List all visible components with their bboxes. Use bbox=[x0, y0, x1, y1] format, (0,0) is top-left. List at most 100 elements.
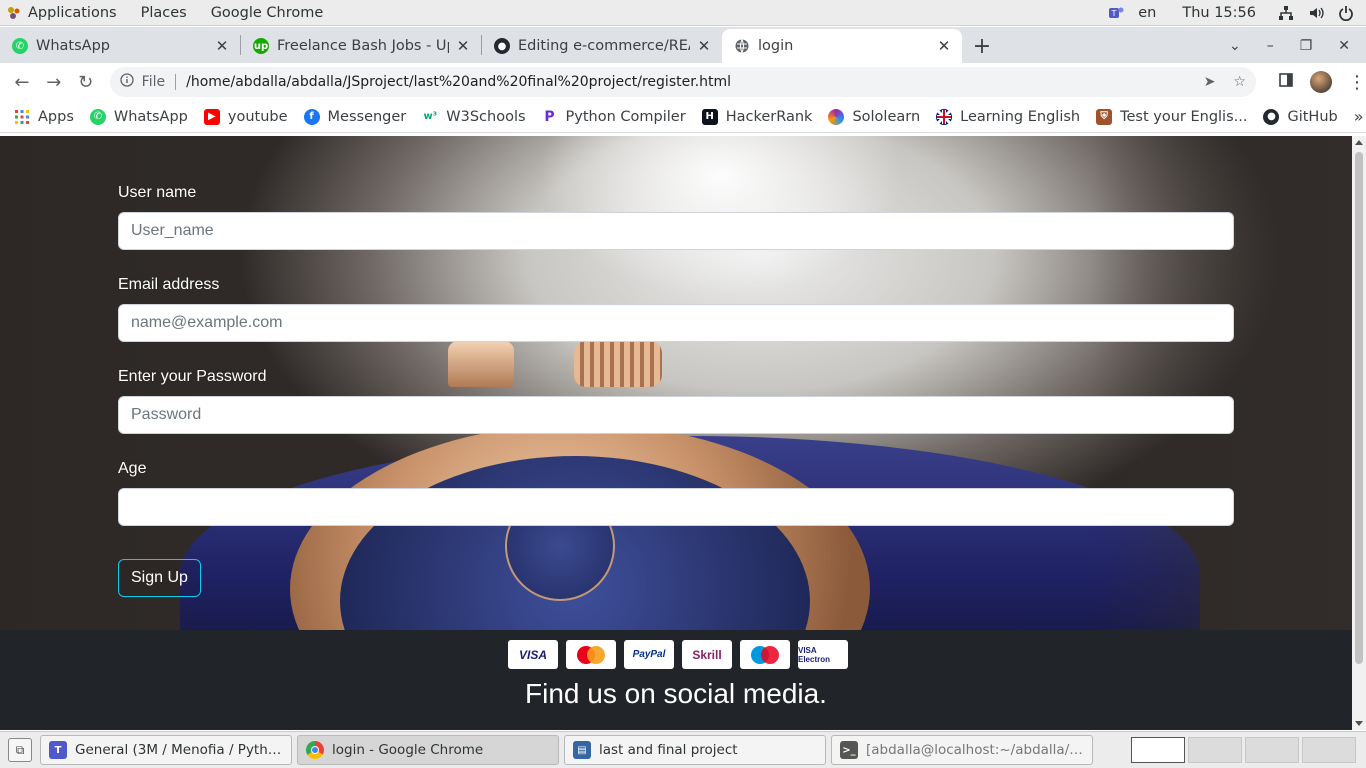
close-icon[interactable]: ✕ bbox=[696, 37, 712, 55]
volume-icon[interactable] bbox=[1308, 5, 1324, 21]
bookmark-star-icon[interactable]: ☆ bbox=[1233, 74, 1246, 90]
scroll-thumb[interactable] bbox=[1355, 152, 1363, 664]
bookmark-label: Sololearn bbox=[852, 108, 921, 125]
email-input[interactable] bbox=[118, 304, 1234, 342]
register-form: User name Email address Enter your Passw… bbox=[118, 184, 1234, 597]
task-teams[interactable]: T General (3M / Menofia / Python Q3... bbox=[40, 735, 292, 765]
username-label: User name bbox=[118, 184, 197, 201]
globe-icon bbox=[734, 38, 750, 54]
reload-button[interactable]: ↻ bbox=[70, 66, 102, 98]
tab-title: WhatsApp bbox=[36, 38, 110, 54]
close-icon[interactable]: ✕ bbox=[455, 37, 471, 55]
bookmark-label: Learning English bbox=[960, 108, 1081, 125]
tab-upwork[interactable]: up Freelance Bash Jobs - Upw ✕ bbox=[241, 29, 481, 63]
applications-menu[interactable]: Applications bbox=[6, 5, 117, 21]
uk-flag-icon bbox=[936, 108, 953, 125]
browser-toolbar: ← → ↻ File /home/abdalla/abdalla/JSproje… bbox=[0, 63, 1366, 101]
age-input[interactable] bbox=[118, 488, 1234, 526]
bookmark-learning-english[interactable]: Learning English bbox=[936, 108, 1081, 125]
password-label: Enter your Password bbox=[118, 368, 267, 385]
chrome-icon bbox=[306, 741, 324, 759]
address-bar[interactable]: File /home/abdalla/abdalla/JSproject/las… bbox=[109, 67, 1256, 97]
hackerrank-icon: H bbox=[701, 108, 718, 125]
apps-grid-icon bbox=[14, 109, 30, 125]
bookmark-apps[interactable]: Apps bbox=[14, 109, 74, 125]
youtube-icon: ▶ bbox=[203, 108, 220, 125]
task-chrome[interactable]: login - Google Chrome bbox=[297, 735, 559, 765]
url-scheme: File bbox=[141, 74, 166, 90]
close-window-icon[interactable]: ✕ bbox=[1338, 38, 1350, 54]
back-button[interactable]: ← bbox=[6, 66, 38, 98]
teams-tray-icon[interactable]: T bbox=[1108, 5, 1124, 21]
bookmark-hackerrank[interactable]: H HackerRank bbox=[701, 108, 812, 125]
age-label: Age bbox=[118, 460, 147, 477]
tab-title: Freelance Bash Jobs - Upw bbox=[277, 38, 449, 54]
bookmark-test-english[interactable]: ⛨ Test your Englis... bbox=[1096, 108, 1248, 125]
password-input[interactable] bbox=[118, 396, 1234, 434]
workspace-switcher bbox=[1131, 737, 1366, 763]
minimize-icon[interactable]: – bbox=[1267, 38, 1274, 54]
tab-search-icon[interactable]: ⌄ bbox=[1229, 38, 1241, 54]
payment-methods: VISA PayPal Skrill VISA Electron bbox=[508, 640, 848, 669]
file-manager-icon: ▤ bbox=[573, 741, 591, 759]
show-desktop-icon[interactable]: ⧉ bbox=[8, 738, 32, 762]
whatsapp-icon: ✆ bbox=[89, 108, 106, 125]
more-bookmarks-icon[interactable]: » bbox=[1354, 107, 1364, 126]
power-icon[interactable] bbox=[1338, 5, 1354, 21]
scroll-up-icon[interactable] bbox=[1355, 140, 1363, 145]
cambridge-icon: ⛨ bbox=[1096, 108, 1113, 125]
menu-kebab-icon[interactable]: ⋮ bbox=[1348, 72, 1366, 93]
hero-background: User name Email address Enter your Passw… bbox=[0, 136, 1352, 730]
close-icon[interactable]: ✕ bbox=[214, 37, 230, 55]
send-icon[interactable]: ➤ bbox=[1204, 74, 1216, 90]
task-terminal[interactable]: >_ [abdalla@localhost:~/abdalla/JSproje.… bbox=[831, 735, 1093, 765]
workspace-2[interactable] bbox=[1188, 737, 1242, 763]
clock[interactable]: Thu 15:56 bbox=[1182, 5, 1256, 21]
username-input[interactable] bbox=[118, 212, 1234, 250]
visa-electron-icon: VISA Electron bbox=[798, 640, 848, 669]
new-tab-button[interactable]: + bbox=[968, 32, 996, 60]
tab-login[interactable]: login ✕ bbox=[722, 29, 962, 63]
bookmark-w3schools[interactable]: w³ W3Schools bbox=[422, 109, 525, 125]
tab-title: Editing e-commerce/READI bbox=[518, 38, 690, 54]
page-scrollbar[interactable] bbox=[1352, 136, 1366, 730]
scroll-down-icon[interactable] bbox=[1355, 721, 1363, 726]
bookmark-messenger[interactable]: f Messenger bbox=[303, 108, 406, 125]
skrill-icon: Skrill bbox=[682, 640, 732, 669]
teams-icon: T bbox=[49, 741, 67, 759]
workspace-4[interactable] bbox=[1302, 737, 1356, 763]
system-top-bar: Applications Places Google Chrome T en T… bbox=[0, 0, 1366, 26]
page-content: User name Email address Enter your Passw… bbox=[0, 136, 1352, 730]
sign-up-button[interactable]: Sign Up bbox=[118, 559, 201, 597]
tab-whatsapp[interactable]: ✆ WhatsApp ✕ bbox=[0, 29, 240, 63]
restore-icon[interactable]: ❐ bbox=[1300, 38, 1313, 54]
bookmark-whatsapp[interactable]: ✆ WhatsApp bbox=[89, 108, 188, 125]
bookmark-github[interactable]: ● GitHub bbox=[1263, 108, 1338, 125]
divider bbox=[175, 74, 177, 90]
bookmark-label: Test your Englis... bbox=[1120, 108, 1248, 125]
close-icon[interactable]: ✕ bbox=[936, 37, 952, 55]
keyboard-layout[interactable]: en bbox=[1138, 5, 1156, 21]
places-menu[interactable]: Places bbox=[141, 5, 187, 21]
social-heading: Find us on social media. bbox=[525, 678, 827, 709]
info-icon[interactable] bbox=[120, 73, 134, 91]
workspace-3[interactable] bbox=[1245, 737, 1299, 763]
url-text[interactable]: /home/abdalla/abdalla/JSproject/last%20a… bbox=[186, 74, 1204, 90]
network-icon[interactable] bbox=[1278, 5, 1294, 21]
bookmark-label: W3Schools bbox=[446, 108, 526, 125]
task-label: [abdalla@localhost:~/abdalla/JSproje... bbox=[866, 742, 1084, 758]
tab-github-edit[interactable]: ● Editing e-commerce/READI ✕ bbox=[482, 29, 722, 63]
profile-avatar[interactable] bbox=[1309, 71, 1332, 93]
app-menu[interactable]: Google Chrome bbox=[211, 5, 324, 21]
bookmarks-bar: Apps ✆ WhatsApp ▶ youtube f Messenger w³… bbox=[0, 101, 1366, 133]
task-file-manager[interactable]: ▤ last and final project bbox=[564, 735, 826, 765]
applications-icon bbox=[6, 5, 22, 21]
bookmark-youtube[interactable]: ▶ youtube bbox=[203, 108, 288, 125]
side-panel-icon[interactable] bbox=[1278, 72, 1294, 92]
workspace-1[interactable] bbox=[1131, 737, 1185, 763]
forward-button[interactable]: → bbox=[38, 66, 70, 98]
bookmark-sololearn[interactable]: Sololearn bbox=[828, 108, 921, 125]
task-label: last and final project bbox=[599, 742, 738, 758]
github-icon: ● bbox=[1263, 108, 1280, 125]
bookmark-python-compiler[interactable]: P Python Compiler bbox=[542, 109, 685, 125]
